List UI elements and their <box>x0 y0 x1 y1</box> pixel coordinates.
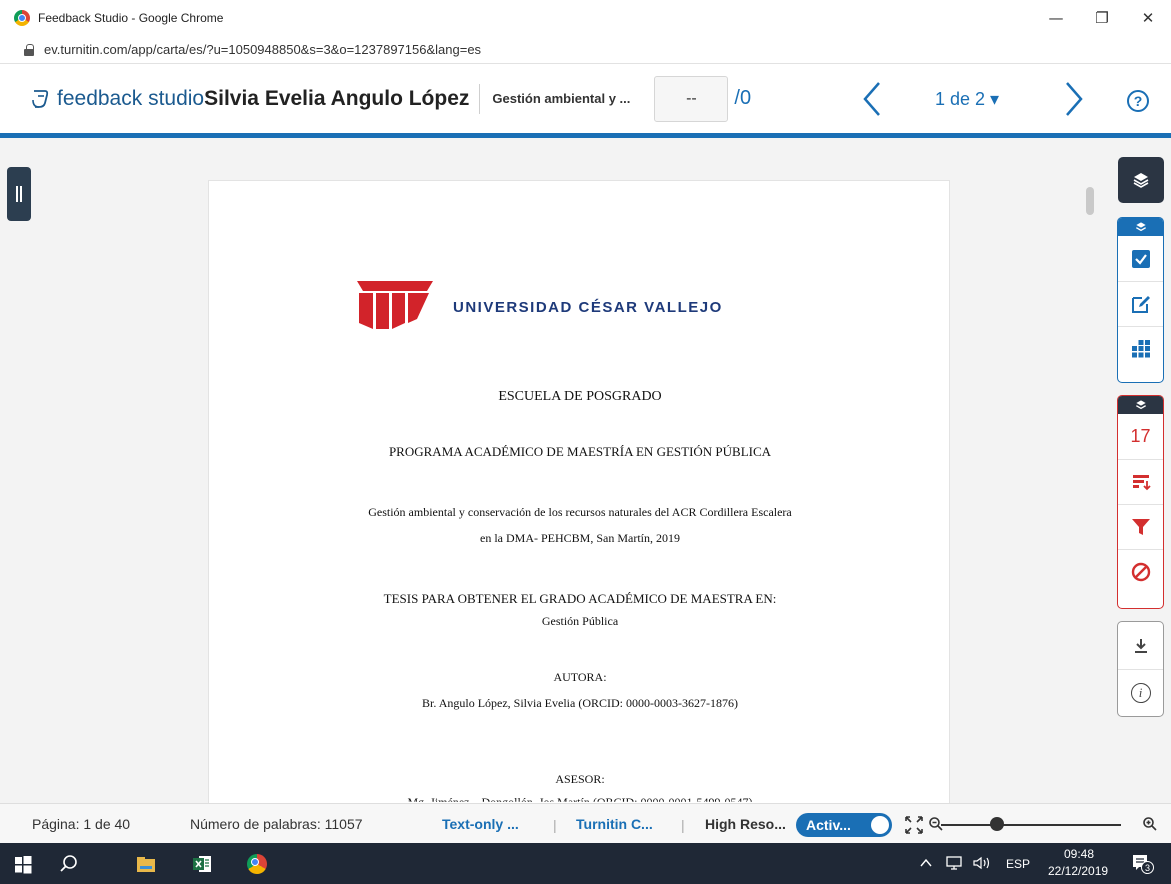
document-viewer: UNIVERSIDAD CÉSAR VALLEJO ESCUELA DE POS… <box>0 143 1171 820</box>
windows-start-icon[interactable] <box>12 853 34 875</box>
download-icon <box>1134 638 1147 653</box>
status-divider: | <box>681 817 685 833</box>
student-name: Silvia Evelia Angulo López <box>204 86 470 110</box>
feedback-studio-header: feedback studio Silvia Evelia Angulo Lóp… <box>0 64 1171 138</box>
chrome-icon <box>247 854 267 874</box>
doc-title-line2: en la DMA- PEHCBM, San Martín, 2019 <box>480 531 680 545</box>
clock-time[interactable]: 09:48 <box>1064 847 1094 861</box>
university-name: UNIVERSIDAD CÉSAR VALLEJO <box>453 299 723 316</box>
status-bar: Página: 1 de 40 Número de palabras: 1105… <box>0 803 1171 843</box>
excel-icon[interactable] <box>191 853 213 875</box>
filter-button[interactable] <box>1118 504 1163 549</box>
url-text[interactable]: ev.turnitin.com/app/carta/es/?u=10509488… <box>44 42 481 57</box>
windows-taskbar: ESP 09:48 22/12/2019 3 <box>0 843 1171 884</box>
status-divider: | <box>553 817 557 833</box>
restore-button[interactable]: ❐ <box>1079 0 1125 36</box>
doc-school: ESCUELA DE POSGRADO <box>498 389 662 404</box>
doc-thesis: TESIS PARA OBTENER EL GRADO ACADÉMICO DE… <box>383 591 777 606</box>
doc-degree: Gestión Pública <box>541 614 619 628</box>
network-icon[interactable] <box>945 856 963 870</box>
layers-button[interactable] <box>1118 157 1164 203</box>
file-explorer-icon[interactable] <box>135 853 157 875</box>
similarity-layer-header[interactable] <box>1118 396 1163 414</box>
toggle-label: Activ... <box>806 817 851 833</box>
next-paper-icon[interactable] <box>1058 79 1088 119</box>
address-bar[interactable]: ev.turnitin.com/app/carta/es/?u=10509488… <box>0 36 1171 64</box>
layers-icon <box>1135 400 1146 410</box>
chrome-taskbar-icon[interactable] <box>246 853 268 875</box>
similarity-tools-group: 17 <box>1117 395 1164 609</box>
help-icon[interactable]: ? <box>1127 90 1149 112</box>
checkbox-icon <box>1131 249 1150 268</box>
zoom-slider-track[interactable] <box>941 824 1121 826</box>
layers-icon <box>1135 222 1146 232</box>
chevron-up-icon[interactable] <box>919 857 933 869</box>
turnitin-logo-icon <box>32 89 49 108</box>
window-titlebar: Feedback Studio - Google Chrome — ❐ ✕ <box>0 0 1171 36</box>
minimize-button[interactable]: — <box>1033 0 1079 36</box>
grading-layer-header[interactable] <box>1118 218 1163 236</box>
action-center-button[interactable]: 3 <box>1131 853 1155 875</box>
previous-paper-icon[interactable] <box>858 79 888 119</box>
brand-name: feedback studio <box>57 86 205 110</box>
download-button[interactable] <box>1118 622 1163 669</box>
layers-icon <box>1133 173 1149 188</box>
grade-total: /0 <box>734 87 752 109</box>
zoom-in-icon[interactable] <box>1142 816 1158 832</box>
page-count: Página: 1 de 40 <box>32 816 131 832</box>
notification-count: 3 <box>1141 861 1154 874</box>
lock-icon[interactable] <box>24 43 34 56</box>
grip-icon <box>16 186 18 202</box>
paper-selector[interactable]: 1 de 2 ▾ <box>935 89 999 110</box>
feedback-summary-button[interactable] <box>1118 281 1163 326</box>
text-only-report-link[interactable]: Text-only ... <box>442 816 519 832</box>
similarity-score-button[interactable]: 17 <box>1118 414 1163 459</box>
exclusions-button[interactable] <box>1118 549 1163 594</box>
chrome-icon <box>14 10 30 26</box>
clock-date[interactable]: 22/12/2019 <box>1048 864 1108 878</box>
block-icon <box>1131 562 1150 582</box>
document-scrollbar[interactable] <box>1086 187 1094 215</box>
zoom-slider-handle[interactable] <box>990 817 1004 831</box>
doc-title-line1: Gestión ambiental y conservación de los … <box>368 505 792 519</box>
high-resolution-toggle[interactable]: Activ... <box>796 813 892 837</box>
edit-icon <box>1131 296 1150 313</box>
grid-icon <box>1131 340 1150 358</box>
header-divider <box>479 83 481 114</box>
match-overview-button[interactable] <box>1118 459 1163 504</box>
toggle-knob <box>871 816 889 834</box>
submission-info-button[interactable]: i <box>1118 669 1163 716</box>
quickmarks-button[interactable] <box>1118 236 1163 281</box>
language-indicator[interactable]: ESP <box>1006 857 1030 871</box>
document-page: UNIVERSIDAD CÉSAR VALLEJO ESCUELA DE POS… <box>208 180 950 820</box>
sort-icon <box>1132 475 1151 491</box>
word-count: Número de palabras: 11057 <box>190 816 363 832</box>
document-title[interactable]: Gestión ambiental y ... <box>492 91 642 106</box>
window-controls: — ❐ ✕ <box>1033 0 1171 36</box>
grade-input[interactable]: -- <box>654 75 729 122</box>
volume-icon[interactable] <box>972 856 992 870</box>
filter-icon <box>1131 519 1150 535</box>
sidebar-toggle-button[interactable] <box>7 167 31 221</box>
grading-tools-group <box>1117 217 1164 383</box>
grip-icon <box>20 186 22 202</box>
search-icon[interactable] <box>58 853 80 875</box>
doc-advisor-label: ASESOR: <box>555 772 605 786</box>
window-title: Feedback Studio - Google Chrome <box>38 11 224 25</box>
info-icon: i <box>1130 683 1151 703</box>
rubric-button[interactable] <box>1118 326 1163 371</box>
university-logo <box>357 281 433 329</box>
fullscreen-icon[interactable] <box>903 814 925 836</box>
similarity-score: 17 <box>1130 426 1151 446</box>
info-tools-group: i <box>1117 621 1164 717</box>
screen: Feedback Studio - Google Chrome — ❐ ✕ ev… <box>0 0 1171 884</box>
close-button[interactable]: ✕ <box>1125 0 1171 36</box>
high-resolution-label: High Reso... <box>705 816 786 832</box>
doc-author: Br. Angulo López, Silvia Evelia (ORCID: … <box>422 696 738 710</box>
doc-program: PROGRAMA ACADÉMICO DE MAESTRÍA EN GESTIÓ… <box>388 444 772 459</box>
doc-author-label: AUTORA: <box>553 670 607 684</box>
turnitin-classic-link[interactable]: Turnitin C... <box>576 816 653 832</box>
